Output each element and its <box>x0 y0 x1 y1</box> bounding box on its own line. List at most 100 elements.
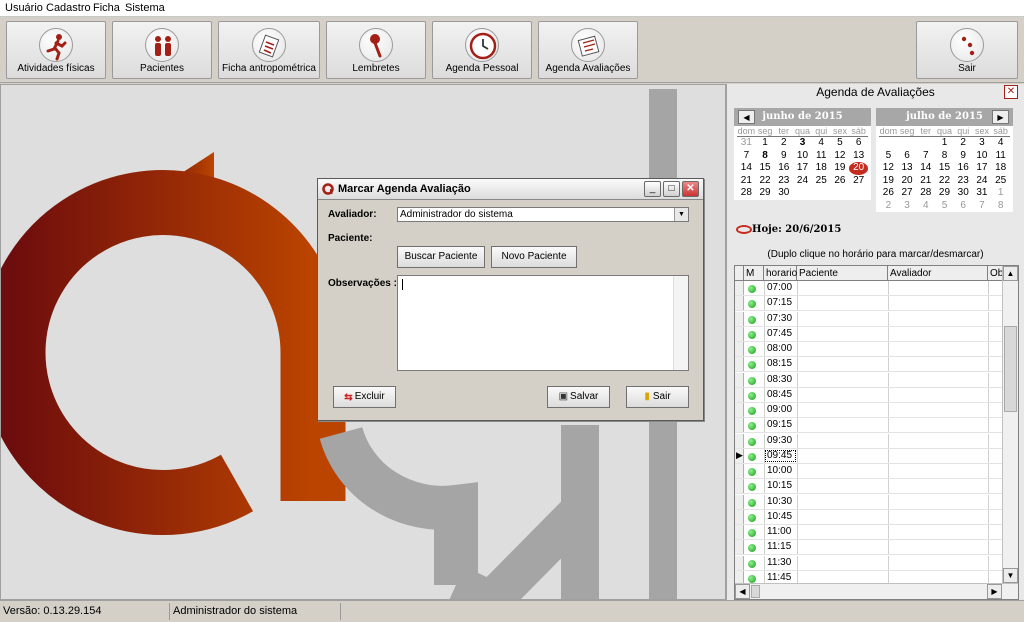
calendar-day[interactable]: 3 <box>793 137 812 150</box>
calendar-day[interactable]: 5 <box>935 200 954 213</box>
calendar-day[interactable]: 2 <box>954 137 973 150</box>
calendar-day[interactable]: 6 <box>849 137 868 150</box>
calendar-day[interactable]: 11 <box>812 150 831 163</box>
time-cell[interactable]: 09:30 <box>764 433 797 448</box>
novo-paciente-button[interactable]: Novo Paciente <box>491 246 577 268</box>
calendar-day[interactable]: 7 <box>973 200 992 213</box>
dialog-titlebar[interactable]: Marcar Agenda Avaliação _ □ ✕ <box>318 179 703 200</box>
calendar-day[interactable]: 25 <box>991 175 1010 188</box>
time-cell[interactable]: 07:45 <box>764 326 797 341</box>
calendar-day[interactable]: 5 <box>879 150 898 163</box>
col-m[interactable]: M <box>744 266 764 281</box>
paciente-cell[interactable] <box>797 479 888 494</box>
paciente-cell[interactable] <box>797 494 888 509</box>
paciente-cell[interactable] <box>797 281 888 296</box>
avaliador-cell[interactable] <box>888 509 988 524</box>
available-status-icon[interactable] <box>748 544 756 553</box>
paciente-cell[interactable] <box>797 555 888 570</box>
calendar-day[interactable]: 19 <box>831 162 850 175</box>
time-cell[interactable]: 08:00 <box>764 342 797 357</box>
calendar-day[interactable]: 13 <box>849 150 868 163</box>
available-status-icon[interactable] <box>748 315 756 324</box>
schedule-row[interactable]: 09:30 <box>735 433 1002 449</box>
schedule-row[interactable]: 11:30 <box>735 555 1002 571</box>
calendar-day[interactable]: 5 <box>831 137 850 150</box>
schedule-row[interactable]: 08:45 <box>735 387 1002 403</box>
calendar-day[interactable]: 25 <box>812 175 831 188</box>
schedule-row[interactable]: 09:00 <box>735 403 1002 419</box>
minimize-button[interactable]: _ <box>644 181 661 197</box>
calendar-day[interactable]: 6 <box>898 150 917 163</box>
available-status-icon[interactable] <box>748 361 756 370</box>
paciente-cell[interactable] <box>797 418 888 433</box>
col-horario[interactable]: horario <box>764 266 797 281</box>
agenda-avaliacoes-button[interactable]: Agenda Avaliações <box>538 21 638 79</box>
avaliador-cell[interactable] <box>888 357 988 372</box>
calendar-day[interactable]: 1 <box>756 137 775 150</box>
avaliador-select[interactable]: Administrador do sistema ▼ <box>397 207 689 222</box>
time-cell[interactable]: 07:00 <box>764 281 797 296</box>
calendar-day[interactable]: 10 <box>793 150 812 163</box>
paciente-cell[interactable] <box>797 509 888 524</box>
available-status-icon[interactable] <box>748 559 756 568</box>
available-status-icon[interactable] <box>748 422 756 431</box>
calendar-day[interactable]: 15 <box>756 162 775 175</box>
calendar-day[interactable]: 4 <box>991 137 1010 150</box>
lembretes-button[interactable]: Lembretes <box>326 21 426 79</box>
scroll-up-icon[interactable]: ▲ <box>1003 266 1018 281</box>
time-cell[interactable]: 09:00 <box>764 403 797 418</box>
avaliador-cell[interactable] <box>888 555 988 570</box>
paciente-cell[interactable] <box>797 357 888 372</box>
avaliador-cell[interactable] <box>888 479 988 494</box>
calendar-day[interactable]: 21 <box>916 175 935 188</box>
calendar-day[interactable]: 9 <box>954 150 973 163</box>
today-indicator[interactable]: Hoje: 20/6/2015 <box>736 224 841 235</box>
available-status-icon[interactable] <box>748 468 756 476</box>
available-status-icon[interactable] <box>748 574 756 583</box>
calendar-day[interactable]: 1 <box>935 137 954 150</box>
schedule-row[interactable]: 10:15 <box>735 479 1002 495</box>
calendar-day[interactable]: 23 <box>954 175 973 188</box>
schedule-row[interactable]: 08:30 <box>735 372 1002 388</box>
calendar-day[interactable]: 26 <box>831 175 850 188</box>
calendar-day[interactable]: 16 <box>774 162 793 175</box>
paciente-cell[interactable] <box>797 311 888 326</box>
calendar-day[interactable]: 31 <box>973 187 992 200</box>
calendar-day[interactable]: 3 <box>973 137 992 150</box>
excluir-button[interactable]: ⇆ Excluir <box>333 386 396 408</box>
paciente-cell[interactable] <box>797 448 888 463</box>
panel-close-icon[interactable]: ✕ <box>1004 85 1018 99</box>
schedule-row[interactable]: 07:15 <box>735 296 1002 312</box>
available-status-icon[interactable] <box>748 376 756 385</box>
paciente-cell[interactable] <box>797 525 888 540</box>
time-cell[interactable]: 10:00 <box>764 464 797 479</box>
calendar-day[interactable]: 24 <box>793 175 812 188</box>
time-cell[interactable]: 08:45 <box>764 387 797 402</box>
schedule-vscrollbar[interactable]: ▲ ▼ <box>1002 266 1018 583</box>
avaliador-cell[interactable] <box>888 418 988 433</box>
hscroll-thumb[interactable] <box>751 585 760 598</box>
time-cell[interactable]: 10:45 <box>764 509 797 524</box>
schedule-row[interactable]: 10:45 <box>735 509 1002 525</box>
schedule-row[interactable]: 11:00 <box>735 525 1002 541</box>
dialog-exit-button[interactable]: ▮ Sair <box>626 386 689 408</box>
menu-sistema[interactable]: Sistema <box>125 2 165 14</box>
available-status-icon[interactable] <box>748 483 756 492</box>
close-button[interactable]: ✕ <box>682 181 699 197</box>
chevron-down-icon[interactable]: ▼ <box>674 208 688 221</box>
maximize-button[interactable]: □ <box>663 181 680 197</box>
calendar-day[interactable]: 22 <box>935 175 954 188</box>
avaliador-cell[interactable] <box>888 448 988 463</box>
time-cell[interactable]: 10:15 <box>764 479 797 494</box>
menu-usuario[interactable]: Usuário <box>5 2 43 14</box>
prev-month-button[interactable]: ◀ <box>738 110 755 124</box>
available-status-icon[interactable] <box>748 529 756 537</box>
time-cell[interactable]: 11:15 <box>764 540 797 555</box>
calendar-day[interactable]: 18 <box>991 162 1010 175</box>
paciente-cell[interactable] <box>797 433 888 448</box>
schedule-row[interactable]: 07:45 <box>735 326 1002 342</box>
calendar-day[interactable]: 12 <box>879 162 898 175</box>
calendar-day[interactable]: 8 <box>935 150 954 163</box>
col-avaliador[interactable]: Avaliador <box>888 266 988 281</box>
calendar-day[interactable]: 12 <box>831 150 850 163</box>
